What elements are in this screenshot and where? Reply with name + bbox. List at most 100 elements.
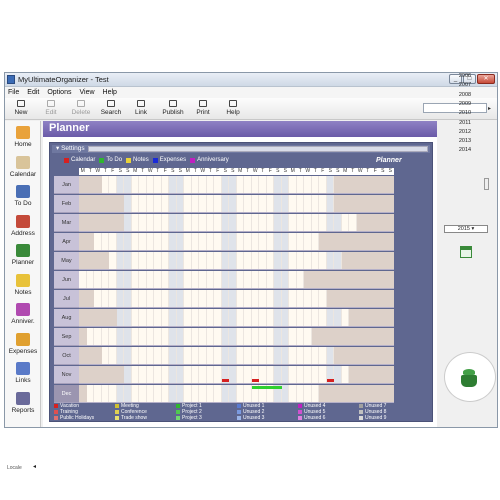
day-cell[interactable] (131, 385, 139, 402)
day-cell[interactable] (154, 214, 162, 231)
day-cell[interactable] (304, 195, 312, 212)
day-cell[interactable] (266, 214, 274, 231)
day-cell[interactable] (229, 233, 237, 250)
day-cell[interactable] (154, 176, 162, 193)
day-cell[interactable] (281, 366, 289, 383)
day-cell[interactable] (124, 176, 132, 193)
day-cell[interactable] (101, 176, 109, 193)
day-cell[interactable] (214, 290, 222, 307)
day-cell[interactable] (334, 309, 342, 326)
day-cell[interactable] (311, 195, 319, 212)
day-cell[interactable] (176, 328, 184, 345)
mini-calendar-icon[interactable] (460, 246, 472, 258)
day-cell[interactable] (274, 271, 282, 288)
day-cell[interactable] (94, 385, 102, 402)
day-cell[interactable] (244, 233, 252, 250)
day-cell[interactable] (139, 271, 147, 288)
day-cell[interactable] (296, 366, 304, 383)
day-cell[interactable] (229, 290, 237, 307)
day-cell[interactable] (349, 214, 357, 231)
day-cell[interactable] (334, 366, 342, 383)
day-cell[interactable] (304, 176, 312, 193)
day-cell[interactable] (266, 195, 274, 212)
day-cell[interactable] (311, 347, 319, 364)
day-cell[interactable] (191, 233, 199, 250)
day-cell[interactable] (281, 195, 289, 212)
year-item[interactable]: 2007 (440, 82, 490, 88)
day-cell[interactable] (251, 252, 259, 269)
day-cell[interactable] (296, 385, 304, 402)
day-cell[interactable] (139, 252, 147, 269)
day-cell[interactable] (154, 347, 162, 364)
day-cell[interactable] (214, 328, 222, 345)
day-cell[interactable] (94, 290, 102, 307)
day-cell[interactable] (214, 252, 222, 269)
day-cell[interactable] (259, 176, 267, 193)
day-cell[interactable] (236, 214, 244, 231)
day-cell[interactable] (161, 290, 169, 307)
day-cell[interactable] (274, 195, 282, 212)
day-cell[interactable] (94, 328, 102, 345)
day-cell[interactable] (146, 214, 154, 231)
day-cell[interactable] (146, 195, 154, 212)
day-cell[interactable] (139, 233, 147, 250)
day-cell[interactable] (131, 309, 139, 326)
menu-edit[interactable]: Edit (27, 87, 39, 98)
day-cell[interactable] (184, 214, 192, 231)
day-cell[interactable] (146, 328, 154, 345)
day-cell[interactable] (184, 233, 192, 250)
day-cell[interactable] (169, 176, 177, 193)
day-cell[interactable] (221, 309, 229, 326)
day-cell[interactable] (304, 309, 312, 326)
day-cell[interactable] (116, 347, 124, 364)
day-cell[interactable] (274, 366, 282, 383)
day-cell[interactable] (199, 366, 207, 383)
menu-file[interactable]: File (8, 87, 19, 98)
day-cell[interactable] (109, 328, 117, 345)
day-cell[interactable] (326, 252, 334, 269)
day-cell[interactable] (214, 176, 222, 193)
sidebar-item-todo[interactable]: To Do (5, 184, 41, 214)
year-item[interactable]: 2010 (440, 110, 490, 116)
day-cell[interactable] (124, 347, 132, 364)
day-cell[interactable] (304, 385, 312, 402)
day-cell[interactable] (311, 290, 319, 307)
day-cell[interactable] (274, 252, 282, 269)
day-cell[interactable] (199, 252, 207, 269)
day-cell[interactable] (244, 347, 252, 364)
day-cell[interactable] (109, 252, 117, 269)
day-cell[interactable] (116, 176, 124, 193)
day-cell[interactable] (184, 290, 192, 307)
day-cell[interactable] (206, 385, 214, 402)
day-cell[interactable] (169, 195, 177, 212)
sidebar-item-notes[interactable]: Notes (5, 273, 41, 303)
settings-slider[interactable] (88, 146, 428, 152)
delete-button[interactable]: Delete (67, 99, 95, 119)
day-cell[interactable] (146, 347, 154, 364)
day-cell[interactable] (169, 366, 177, 383)
day-cell[interactable] (259, 214, 267, 231)
day-cell[interactable] (236, 233, 244, 250)
day-cell[interactable] (116, 309, 124, 326)
day-cell[interactable] (319, 309, 327, 326)
day-cell[interactable] (251, 195, 259, 212)
day-cell[interactable] (296, 252, 304, 269)
day-cell[interactable] (176, 366, 184, 383)
day-cell[interactable] (116, 328, 124, 345)
year-item[interactable]: 2011 (440, 120, 490, 126)
day-cell[interactable] (131, 214, 139, 231)
day-cell[interactable] (161, 195, 169, 212)
day-cell[interactable] (206, 214, 214, 231)
menu-options[interactable]: Options (47, 87, 71, 98)
day-cell[interactable] (311, 309, 319, 326)
day-cell[interactable] (191, 309, 199, 326)
day-cell[interactable] (281, 214, 289, 231)
menu-view[interactable]: View (79, 87, 94, 98)
day-cell[interactable] (229, 366, 237, 383)
day-cell[interactable] (176, 347, 184, 364)
day-cell[interactable] (199, 309, 207, 326)
day-cell[interactable] (236, 385, 244, 402)
day-cell[interactable] (161, 309, 169, 326)
day-cell[interactable] (184, 252, 192, 269)
day-cell[interactable] (116, 385, 124, 402)
